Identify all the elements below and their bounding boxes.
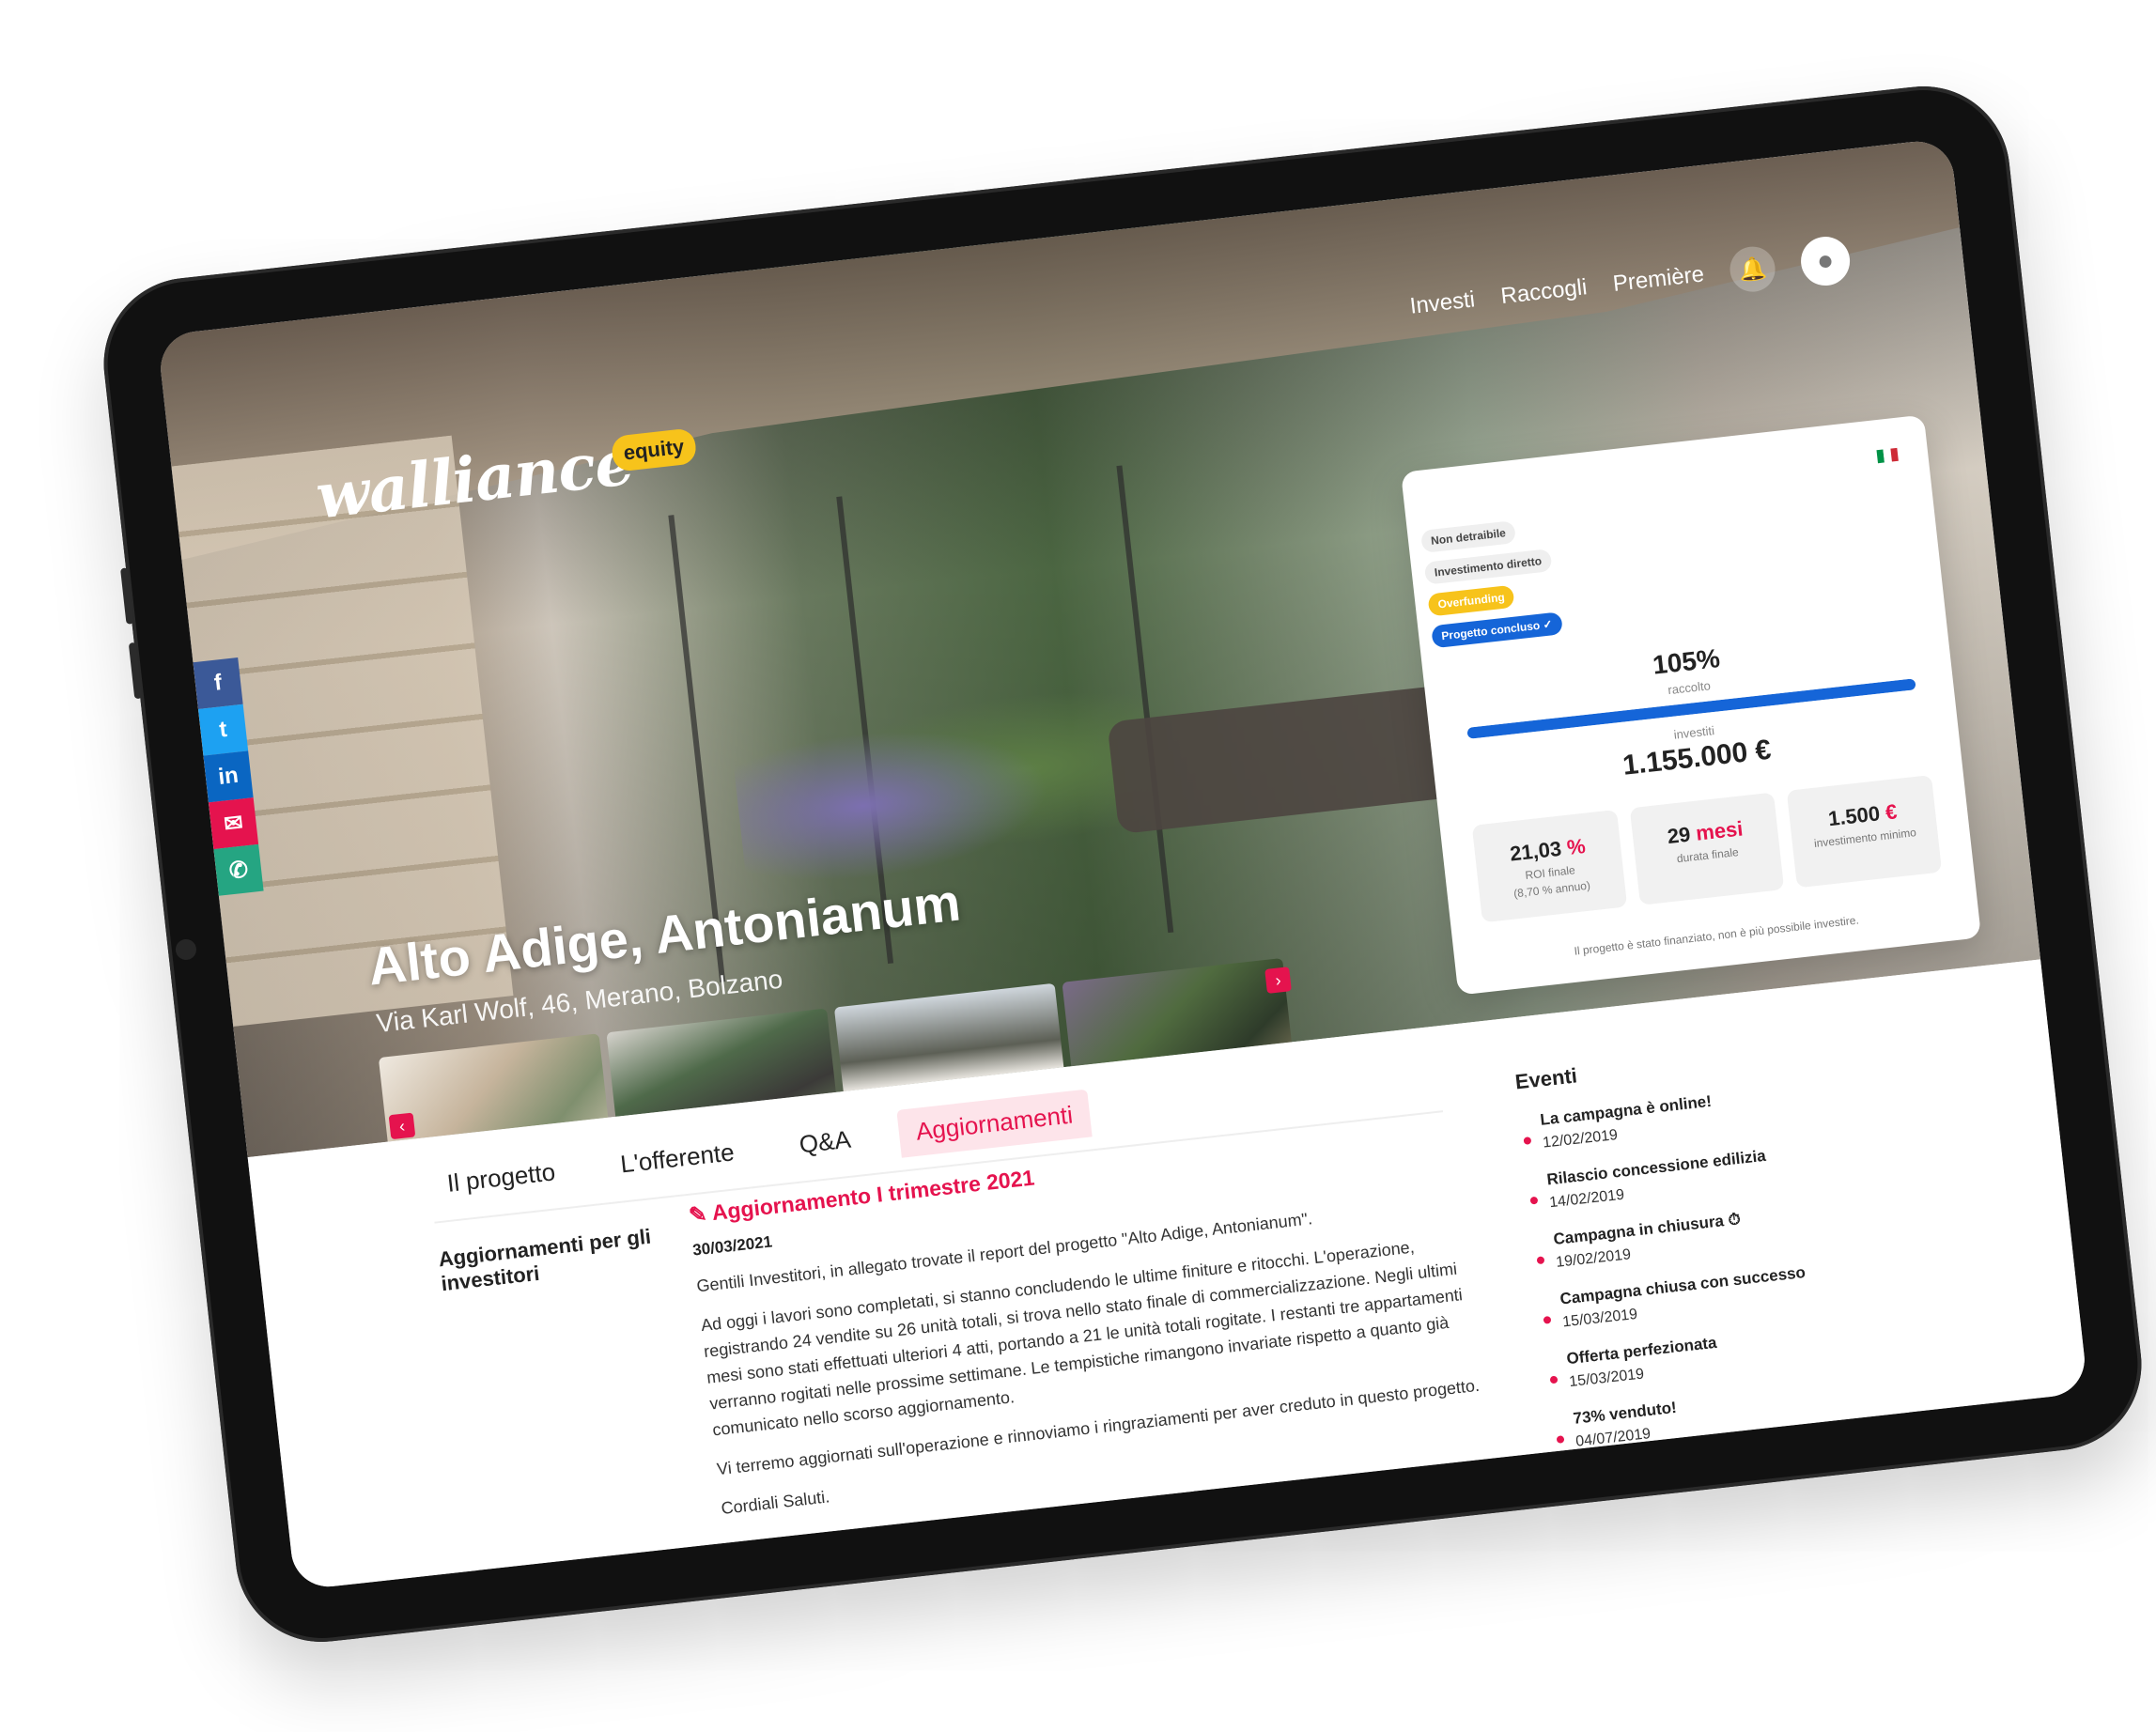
kpi-row: 21,03 % ROI finale (8,70 % annuo) 29 mes…: [1471, 774, 1943, 923]
kpi-duration-unit: mesi: [1688, 816, 1745, 846]
tab-aggiornamenti[interactable]: Aggiornamenti: [896, 1089, 1093, 1158]
hero-garden: [727, 661, 1159, 894]
nav-item-investi[interactable]: Investi: [1408, 286, 1476, 319]
tab-il-progetto[interactable]: Il progetto: [427, 1146, 574, 1209]
kpi-min-investment: 1.500 € investimento minimo: [1787, 774, 1943, 889]
stage: walliance equity Investi Raccogli Premiè…: [0, 0, 2156, 1732]
nav-item-premiere[interactable]: Première: [1612, 261, 1706, 298]
kpi-duration-value: 29: [1666, 822, 1692, 849]
email-icon[interactable]: ✉: [208, 797, 259, 850]
kpi-duration: 29 mesi durata finale: [1629, 792, 1785, 905]
hero-sofa: [1107, 685, 1456, 835]
badge-investimento-diretto: Investimento diretto: [1423, 549, 1553, 585]
twitter-icon[interactable]: t: [197, 704, 249, 756]
kpi-roi: 21,03 % ROI finale (8,70 % annuo): [1471, 809, 1627, 923]
bell-icon[interactable]: 🔔: [1728, 244, 1778, 295]
badge-non-detraibile: Non detraibile: [1419, 520, 1517, 553]
section-title: Aggiornamenti per gli investitori: [437, 1224, 653, 1296]
screen: walliance equity Investi Raccogli Premiè…: [157, 137, 2088, 1591]
kpi-min-investment-value: 1.500: [1826, 801, 1882, 831]
paperclip-icon: ✎: [687, 1200, 714, 1228]
kpi-min-investment-unit: €: [1878, 799, 1899, 826]
linkedin-icon[interactable]: in: [203, 750, 254, 803]
whatsapp-icon[interactable]: ✆: [213, 843, 264, 896]
kpi-roi-value: 21,03: [1508, 836, 1563, 866]
user-icon[interactable]: ●: [1798, 234, 1853, 288]
tab-lofferente[interactable]: L'offerente: [601, 1126, 753, 1190]
tab-qa[interactable]: Q&A: [780, 1114, 870, 1171]
italian-flag-icon: [1876, 447, 1899, 464]
gallery-next-button[interactable]: ›: [1264, 967, 1292, 994]
project-badges: Non detraibile Investimento diretto Over…: [1419, 517, 1563, 649]
gallery-prev-button[interactable]: ‹: [388, 1112, 416, 1140]
nav-item-raccogli[interactable]: Raccogli: [1499, 274, 1589, 310]
badge-progetto-concluso: Progetto concluso ✓: [1431, 611, 1563, 649]
facebook-icon[interactable]: f: [193, 657, 243, 709]
funding-card: Non detraibile Investimento diretto Over…: [1401, 414, 1982, 996]
kpi-roi-unit: %: [1559, 833, 1587, 860]
tablet-device: walliance equity Investi Raccogli Premiè…: [95, 77, 2150, 1651]
badge-overfunding: Overfunding: [1427, 584, 1515, 617]
